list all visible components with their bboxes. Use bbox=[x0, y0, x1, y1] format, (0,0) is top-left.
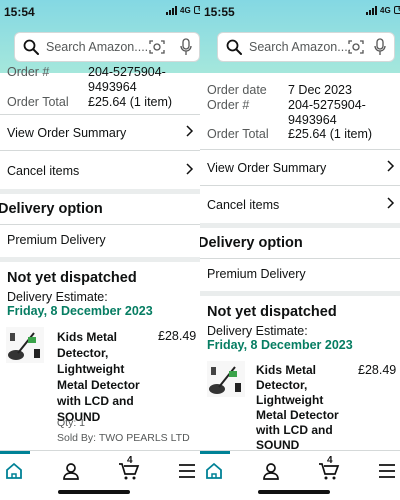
app-header: 15:54 4G 6 Search Amazon.... bbox=[0, 0, 200, 73]
order-number-value-1: 204-5275904- bbox=[288, 98, 366, 112]
chevron-right-icon bbox=[186, 125, 194, 140]
battery-icon: 6 bbox=[393, 6, 400, 14]
status-icons: 4G 6 bbox=[366, 5, 400, 15]
order-number-label: Order # bbox=[207, 98, 250, 112]
search-input[interactable]: Search Amazon.... bbox=[46, 40, 148, 54]
app-header: 15:55 4G 6 Search Amazon.... bbox=[200, 0, 400, 73]
view-order-summary-label[interactable]: View Order Summary bbox=[7, 126, 126, 140]
mic-icon[interactable] bbox=[373, 38, 387, 61]
delivery-option-heading: Delivery option bbox=[0, 201, 103, 217]
order-number-label: Order # bbox=[7, 65, 50, 79]
divider bbox=[200, 258, 400, 259]
delivery-estimate-date: Friday, 8 December 2023 bbox=[207, 338, 353, 352]
product-title-line[interactable]: Detector, bbox=[256, 377, 307, 393]
chevron-right-icon bbox=[387, 160, 395, 175]
section-divider bbox=[200, 223, 400, 228]
product-title-line[interactable]: Detector, bbox=[57, 345, 108, 361]
delivery-estimate-label: Delivery Estimate: bbox=[207, 324, 308, 338]
delivery-estimate-date: Friday, 8 December 2023 bbox=[7, 304, 153, 318]
chevron-right-icon bbox=[387, 197, 395, 212]
nav-active-indicator bbox=[200, 451, 230, 454]
chevron-right-icon bbox=[186, 163, 194, 178]
network-type: 4G bbox=[380, 5, 391, 15]
camera-icon[interactable] bbox=[348, 39, 364, 60]
signal-icon bbox=[366, 5, 377, 15]
search-icon[interactable] bbox=[223, 36, 245, 58]
order-total-value: £25.64 (1 item) bbox=[288, 127, 373, 141]
divider bbox=[200, 185, 400, 186]
view-order-summary-label[interactable]: View Order Summary bbox=[207, 161, 326, 175]
home-icon[interactable] bbox=[202, 459, 226, 483]
screenshot-left: 15:54 4G 6 Search Amazon.... Order # 204… bbox=[0, 0, 200, 500]
search-bar[interactable]: Search Amazon.... bbox=[14, 32, 200, 62]
dispatch-status-heading: Not yet dispatched bbox=[207, 304, 337, 320]
status-icons: 4G 6 bbox=[166, 5, 200, 15]
product-title-line[interactable]: with LCD and bbox=[57, 393, 134, 409]
order-total-label: Order Total bbox=[7, 95, 69, 109]
order-number-value-1: 204-5275904- bbox=[88, 65, 166, 79]
section-divider bbox=[200, 291, 400, 296]
camera-icon[interactable] bbox=[149, 39, 165, 60]
divider bbox=[0, 114, 200, 115]
home-indicator bbox=[58, 490, 130, 494]
search-bar[interactable]: Search Amazon.... bbox=[217, 32, 395, 62]
cart-icon[interactable]: 4 bbox=[317, 455, 341, 483]
order-number-value-2: 9493964 bbox=[288, 113, 337, 127]
search-icon[interactable] bbox=[20, 36, 42, 58]
search-input[interactable]: Search Amazon.... bbox=[249, 40, 351, 54]
section-divider bbox=[0, 257, 200, 262]
order-number-value-2: 9493964 bbox=[88, 80, 137, 94]
menu-icon[interactable] bbox=[375, 459, 399, 483]
section-divider bbox=[0, 189, 200, 194]
order-date-value: 7 Dec 2023 bbox=[288, 83, 352, 97]
product-seller: Sold By: TWO PEARLS LTD bbox=[57, 432, 190, 444]
mic-icon[interactable] bbox=[179, 38, 193, 61]
signal-icon bbox=[166, 5, 177, 15]
product-title-line[interactable]: Kids Metal bbox=[57, 329, 117, 345]
status-time: 15:55 bbox=[204, 5, 235, 19]
delivery-option-heading: Delivery option bbox=[200, 235, 303, 251]
product-title-line[interactable]: Kids Metal bbox=[256, 362, 316, 378]
cart-count: 4 bbox=[127, 455, 133, 466]
status-time: 15:54 bbox=[4, 5, 35, 19]
cart-count: 4 bbox=[327, 455, 333, 466]
delivery-option-value: Premium Delivery bbox=[207, 267, 306, 281]
home-indicator bbox=[258, 490, 330, 494]
account-icon[interactable] bbox=[259, 459, 283, 483]
nav-active-indicator bbox=[0, 451, 30, 454]
product-qty: Qty: 1 bbox=[57, 417, 86, 429]
divider bbox=[0, 224, 200, 225]
divider bbox=[0, 150, 200, 151]
product-title-line[interactable]: Lightweight bbox=[57, 361, 124, 377]
product-price: £28.49 bbox=[158, 329, 197, 343]
product-title-line[interactable]: Lightweight bbox=[256, 392, 323, 408]
order-total-value: £25.64 (1 item) bbox=[88, 95, 173, 109]
cart-icon[interactable]: 4 bbox=[117, 455, 141, 483]
product-image[interactable] bbox=[6, 327, 44, 363]
network-type: 4G bbox=[180, 5, 191, 15]
product-title-line[interactable]: Metal Detector bbox=[256, 407, 339, 423]
product-title-line[interactable]: Metal Detector bbox=[57, 377, 140, 393]
order-date-label: Order date bbox=[207, 83, 267, 97]
product-title-line[interactable]: with LCD and bbox=[256, 422, 333, 438]
order-total-label: Order Total bbox=[207, 127, 269, 141]
delivery-option-value: Premium Delivery bbox=[7, 233, 106, 247]
menu-icon[interactable] bbox=[175, 459, 199, 483]
dispatch-status-heading: Not yet dispatched bbox=[7, 270, 137, 286]
product-image[interactable] bbox=[207, 361, 245, 397]
status-bar: 15:55 4G 6 bbox=[200, 0, 400, 26]
status-bar: 15:54 4G 6 bbox=[0, 0, 200, 26]
divider bbox=[200, 149, 400, 150]
account-icon[interactable] bbox=[59, 459, 83, 483]
home-icon[interactable] bbox=[2, 459, 26, 483]
cancel-items-label[interactable]: Cancel items bbox=[207, 198, 279, 212]
product-price: £28.49 bbox=[358, 363, 397, 377]
delivery-estimate-label: Delivery Estimate: bbox=[7, 290, 108, 304]
screenshot-right: 15:55 4G 6 Search Amazon.... Order date … bbox=[200, 0, 400, 500]
cancel-items-label[interactable]: Cancel items bbox=[7, 164, 79, 178]
